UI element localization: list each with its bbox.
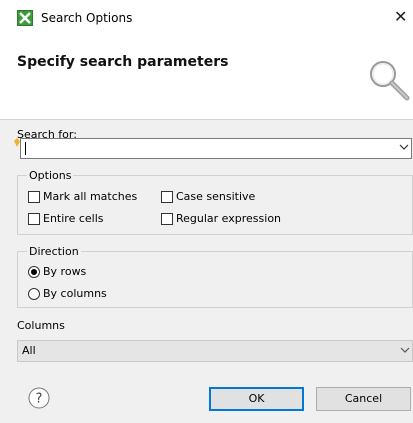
columns-label: Columns xyxy=(17,319,65,332)
text-caret xyxy=(25,142,26,155)
ok-button[interactable]: OK xyxy=(209,387,304,411)
case-sensitive-label: Case sensitive xyxy=(176,190,256,203)
close-icon[interactable]: ✕ xyxy=(394,7,407,26)
app-icon xyxy=(17,10,33,26)
help-icon[interactable]: ? xyxy=(28,387,50,409)
magnifier-icon xyxy=(370,61,410,101)
by-columns-label: By columns xyxy=(43,287,107,300)
help-glyph: ? xyxy=(36,392,43,407)
search-input[interactable] xyxy=(20,138,412,159)
title-bar: Search Options ✕ xyxy=(0,0,413,36)
entire-cells-checkbox[interactable] xyxy=(28,213,40,225)
by-rows-label: By rows xyxy=(43,265,87,278)
header-title: Specify search parameters xyxy=(17,54,229,70)
regular-expression-checkbox[interactable] xyxy=(161,213,173,225)
mark-all-matches-checkbox[interactable] xyxy=(28,191,40,203)
columns-selected-value: All xyxy=(22,344,36,357)
mark-all-matches-label: Mark all matches xyxy=(43,190,138,203)
by-columns-radio[interactable] xyxy=(28,288,40,300)
options-group-title: Options xyxy=(27,169,74,182)
window-title: Search Options xyxy=(41,11,133,25)
regular-expression-label: Regular expression xyxy=(176,212,282,225)
chevron-down-icon[interactable] xyxy=(399,140,409,157)
columns-select[interactable]: All xyxy=(17,340,413,362)
dialog-header xyxy=(0,36,413,119)
options-group xyxy=(17,175,413,235)
chevron-down-icon[interactable] xyxy=(400,343,410,360)
entire-cells-label: Entire cells xyxy=(43,212,104,225)
cancel-button[interactable]: Cancel xyxy=(316,387,411,411)
by-rows-radio[interactable] xyxy=(28,266,40,278)
case-sensitive-checkbox[interactable] xyxy=(161,191,173,203)
direction-group-title: Direction xyxy=(27,245,81,258)
